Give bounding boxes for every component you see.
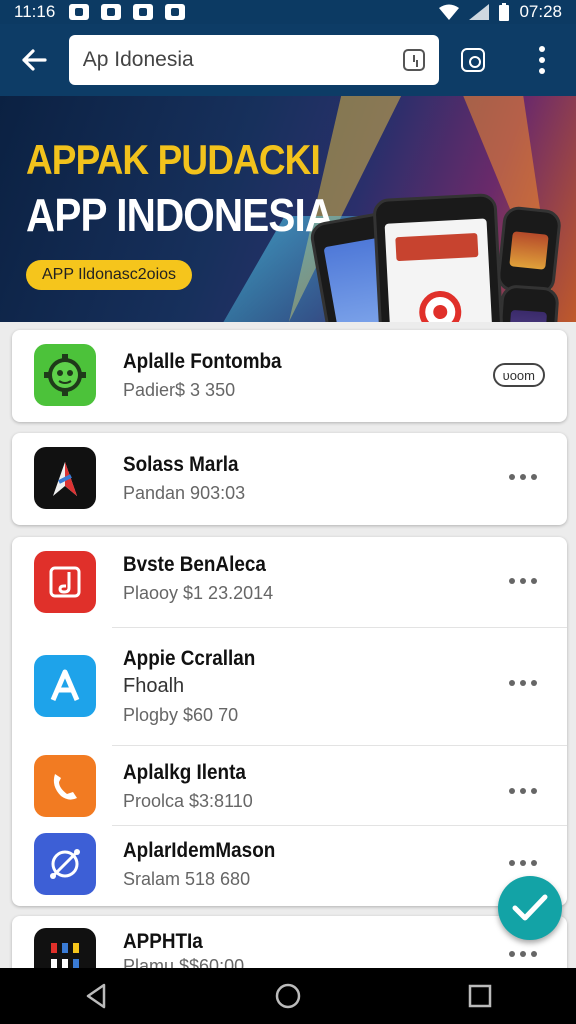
back-button[interactable] (0, 24, 69, 96)
app-card: Bvste BenAleca Plaooy $1 23.2014 Appie C… (12, 537, 567, 906)
target-icon (418, 289, 463, 322)
search-input[interactable] (82, 48, 403, 72)
triangle-back-icon (86, 983, 106, 1009)
rocket-icon (34, 447, 96, 509)
banner-cta-button[interactable]: APP Ildonasc2oios (26, 260, 193, 290)
music-note-icon (34, 551, 96, 613)
wifi-icon (439, 4, 460, 20)
nav-home-button[interactable] (258, 968, 318, 1024)
status-time-left: 11:16 (14, 2, 56, 21)
item-menu-button[interactable] (509, 673, 537, 693)
list-item[interactable]: Aplalle Fontomba Padier$ 3 350 ᴜᴏᴏm (12, 330, 567, 422)
list-item[interactable]: Appie Ccrallan Fhoalh Plogby $60 70 (12, 627, 567, 745)
banner-title-line2: APP INDONESIA (26, 189, 334, 241)
app-name: AplarIdemMason (123, 839, 276, 862)
list-item[interactable]: AplarIdemMason Sralam 518 680 (12, 825, 567, 906)
store-button[interactable] (439, 24, 508, 96)
clipboard-icon[interactable] (402, 49, 425, 71)
store-icon (460, 48, 485, 72)
search-bar[interactable] (68, 35, 439, 85)
banner-title-line1: APPAK PUDACKI (26, 136, 321, 183)
list-item[interactable]: Bvste BenAleca Plaooy $1 23.2014 (12, 537, 567, 627)
status-time-right: 07:28 (519, 2, 562, 21)
phone-handset-icon (34, 755, 96, 817)
checkmark-icon (512, 894, 548, 921)
system-nav-bar (0, 968, 576, 1024)
item-menu-button[interactable] (509, 467, 537, 487)
notification-icon (101, 4, 122, 20)
app-subtitle: Pandan 903:03 (123, 483, 246, 503)
app-name: Aplalle Fontomba (123, 350, 282, 373)
open-button[interactable]: ᴜᴏᴏm (492, 363, 545, 387)
green-robot-icon (34, 344, 96, 406)
signal-icon (469, 4, 490, 20)
item-menu-button[interactable] (509, 781, 537, 801)
notification-icon (133, 4, 154, 20)
promo-banner[interactable]: APPAK PUDACKI APP INDONESIA APP Ildonasc… (0, 96, 576, 322)
circle-home-icon (275, 983, 301, 1009)
notification-icons (69, 4, 186, 20)
list-item[interactable]: Solass Marla Pandan 903:03 (12, 433, 567, 525)
app-subtitle: Sralam 518 680 (123, 869, 251, 889)
app-subtitle: Plaooy $1 23.2014 (123, 583, 274, 603)
app-name: Bvste BenAleca (123, 553, 266, 576)
compass-icon (34, 833, 96, 895)
status-bar: 11:16 07:28 (0, 0, 576, 24)
app-name: Appie Ccrallan (123, 647, 256, 670)
overflow-menu-button[interactable] (507, 24, 576, 96)
app-subtitle: Plogby $60 70 (123, 705, 239, 725)
notification-icon (165, 4, 186, 20)
battery-icon (499, 3, 510, 21)
list-item[interactable]: Aplalkg Ilenta Proolca $3:8110 (12, 745, 567, 825)
item-menu-button[interactable] (509, 853, 537, 873)
square-recents-icon (468, 984, 492, 1008)
notification-icon (69, 4, 90, 20)
app-name: Solass Marla (123, 453, 239, 476)
more-vertical-icon (538, 46, 545, 74)
app-card: Solass Marla Pandan 903:03 (12, 433, 567, 525)
nav-recents-button[interactable] (450, 968, 510, 1024)
letter-a-icon (34, 655, 96, 717)
item-menu-button[interactable] (509, 944, 537, 964)
app-name: Aplalkg Ilenta (123, 761, 246, 784)
app-name: APPHTIa (123, 930, 203, 953)
phone-illustration (494, 284, 560, 322)
nav-back-button[interactable] (66, 968, 126, 1024)
item-menu-button[interactable] (509, 571, 537, 591)
confirm-fab-button[interactable] (498, 876, 562, 940)
app-subtitle: Proolca $3:8110 (123, 791, 253, 811)
app-category: Fhoalh (123, 675, 185, 697)
app-card: Aplalle Fontomba Padier$ 3 350 ᴜᴏᴏm (12, 330, 567, 422)
phone-illustration (495, 205, 563, 296)
arrow-left-icon (22, 49, 47, 71)
top-toolbar (0, 24, 576, 96)
app-subtitle: Padier$ 3 350 (123, 380, 236, 400)
phone-illustration (372, 192, 508, 322)
